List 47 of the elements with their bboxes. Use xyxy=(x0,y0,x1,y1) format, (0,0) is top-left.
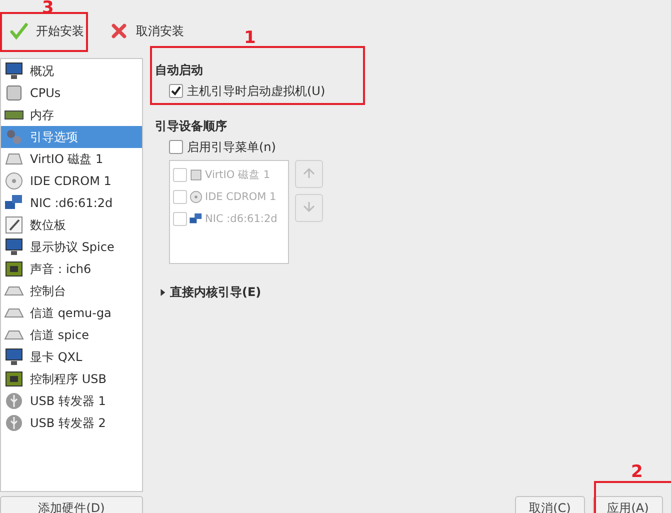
monitor-icon xyxy=(4,237,24,257)
cd-icon xyxy=(189,190,203,204)
toolbar-button[interactable]: 开始安装 xyxy=(4,20,90,42)
hardware-list-item[interactable]: 数位板 xyxy=(1,214,142,236)
hardware-list-item[interactable]: 控制程序 USB xyxy=(1,368,142,390)
cd-icon xyxy=(4,171,24,191)
card-icon xyxy=(4,259,24,279)
hardware-list-item[interactable]: 声音：ich6 xyxy=(1,258,142,280)
autostart-checkbox[interactable]: 主机引导时启动虚拟机(U) xyxy=(155,80,671,102)
hardware-list-item[interactable]: 内存 xyxy=(1,104,142,126)
hardware-list-item[interactable]: 信道 spice xyxy=(1,324,142,346)
annotation-number: 2 xyxy=(631,464,643,481)
section-heading: 自动启动 xyxy=(155,62,204,79)
toolbar-button[interactable]: 取消安装 xyxy=(104,20,190,42)
kernel-boot-expander[interactable]: 直接内核引导(E) xyxy=(155,284,671,301)
hardware-list-item[interactable]: 概况 xyxy=(1,60,142,82)
boot-menu-checkbox[interactable]: 启用引导菜单(n) xyxy=(155,136,671,158)
card-icon xyxy=(4,369,24,389)
dialog-button[interactable]: 取消(C) xyxy=(515,496,585,513)
hardware-list-item[interactable]: USB 转发器 2 xyxy=(1,412,142,434)
move-down-button[interactable] xyxy=(295,194,323,222)
annotation-number: 1 xyxy=(244,30,256,47)
hardware-list-item[interactable]: 控制台 xyxy=(1,280,142,302)
usb-icon xyxy=(4,413,24,433)
hardware-list-item[interactable]: 显示协议 Spice xyxy=(1,236,142,258)
checkmark-icon xyxy=(10,22,28,40)
usb-icon xyxy=(4,391,24,411)
monitor-icon xyxy=(4,347,24,367)
hardware-list-item[interactable]: NIC :d6:61:2d xyxy=(1,192,142,214)
section-heading: 引导设备顺序 xyxy=(155,118,228,135)
hardware-list-item[interactable]: VirtIO 磁盘 1 xyxy=(1,148,142,170)
dialog-button[interactable]: 应用(A) xyxy=(593,496,663,513)
hardware-list-item[interactable]: 信道 qemu-ga xyxy=(1,302,142,324)
checkmark-icon xyxy=(170,85,182,97)
move-up-button[interactable] xyxy=(295,160,323,188)
tablet-icon xyxy=(4,215,24,235)
add-hardware-button[interactable]: 添加硬件(D) xyxy=(0,496,143,513)
arrow-up-icon xyxy=(301,165,317,181)
hardware-list-item[interactable]: IDE CDROM 1 xyxy=(1,170,142,192)
network-icon xyxy=(189,212,203,226)
arrow-down-icon xyxy=(301,199,317,215)
hardware-list-item[interactable]: CPUs xyxy=(1,82,142,104)
monitor-icon xyxy=(4,61,24,81)
hardware-list-item[interactable]: USB 转发器 1 xyxy=(1,390,142,412)
cross-icon xyxy=(110,22,128,40)
hardware-list-item[interactable]: 显卡 QXL xyxy=(1,346,142,368)
chip-icon xyxy=(4,83,24,103)
